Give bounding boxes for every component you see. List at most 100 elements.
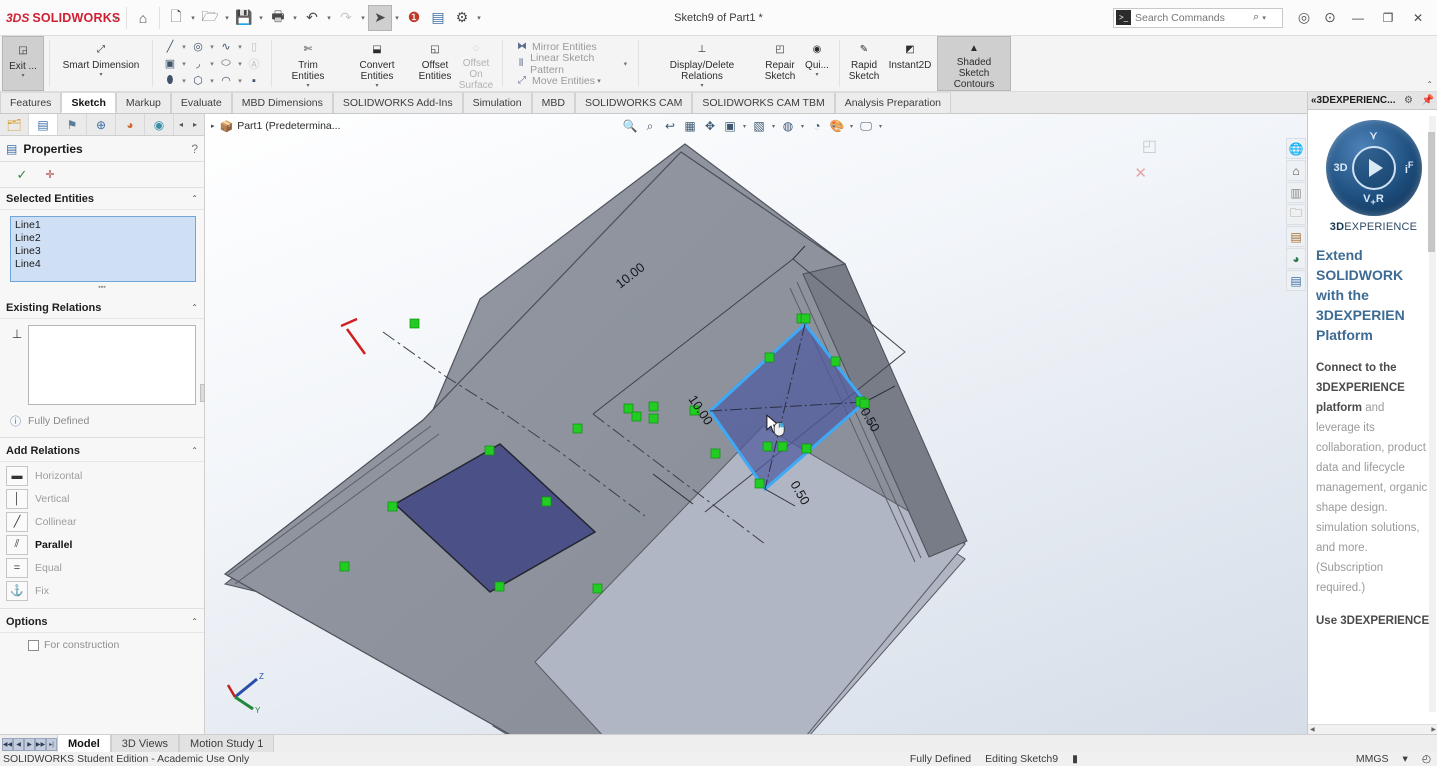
spline-icon[interactable]: ∿ xyxy=(216,39,236,55)
convert-entities-button[interactable]: ⬓ Convert Entities ▾ xyxy=(339,36,415,91)
restore-button[interactable]: ❐ xyxy=(1373,5,1403,31)
undo-dropdown[interactable]: ▾ xyxy=(324,5,334,31)
exit-sketch-dropdown[interactable]: ▾ xyxy=(21,73,24,79)
offset-entities-button[interactable]: ◱ Offset Entities xyxy=(415,36,455,91)
options-icon[interactable]: ⚙ xyxy=(450,5,474,31)
tab-last-arrow[interactable]: ▶▶ xyxy=(35,737,46,751)
trim-entities-button[interactable]: ✄ Trim Entities ▾ xyxy=(277,36,339,91)
selected-entities-section-header[interactable]: Selected Entities ⌃ xyxy=(0,188,204,210)
linear-sketch-pattern-item[interactable]: ⦀ Linear Sketch Pattern ▾ xyxy=(512,52,629,76)
polygon-dropdown[interactable]: ▾ xyxy=(208,77,216,85)
horizontal-relation-icon[interactable]: ▬ xyxy=(6,465,28,486)
equal-relation-icon[interactable]: = xyxy=(6,557,28,578)
graphics-viewport[interactable]: ▸ 📦 Part1 (Predetermina... 🔍 ⌕ ↩ ▦ ✥ ▣ ▾… xyxy=(205,114,1307,734)
fillet-dropdown[interactable]: ▾ xyxy=(236,77,244,85)
quick-snaps-dropdown[interactable]: ▾ xyxy=(815,72,818,78)
bottom-tab-motion-study[interactable]: Motion Study 1 xyxy=(179,735,275,752)
hscroll-right-arrow[interactable]: ▶ xyxy=(1431,726,1436,733)
manager-tabs-next-arrow[interactable]: ▸ xyxy=(188,114,202,135)
selected-entities-list[interactable]: Line1 Line2 Line3 Line4 xyxy=(10,216,196,282)
search-input[interactable] xyxy=(1135,11,1253,24)
smart-dimension-dropdown[interactable]: ▾ xyxy=(99,72,102,78)
chevron-up-icon[interactable]: ⌃ xyxy=(191,617,198,626)
line-icon[interactable]: ╱ xyxy=(160,39,180,55)
help-icon[interactable]: ⊙ xyxy=(1317,5,1343,31)
bottom-tab-3d-views[interactable]: 3D Views xyxy=(110,735,180,752)
spline-dropdown[interactable]: ▾ xyxy=(236,43,244,51)
display-delete-relations-dropdown[interactable]: ▾ xyxy=(700,83,703,89)
parallel-relation-icon[interactable]: ⫽ xyxy=(6,534,28,555)
rectangle-icon[interactable]: ▣ xyxy=(160,56,180,72)
tab-solidworks-addins[interactable]: SOLIDWORKS Add-Ins xyxy=(332,92,463,113)
property-manager-tab[interactable]: ▤ xyxy=(29,114,58,135)
chevron-up-icon[interactable]: ⌃ xyxy=(191,303,198,312)
tab-solidworks-cam-tbm[interactable]: SOLIDWORKS CAM TBM xyxy=(692,92,835,113)
feature-manager-tab[interactable]: 🗂 xyxy=(0,114,29,135)
trim-entities-dropdown[interactable]: ▾ xyxy=(306,83,309,89)
move-entities-dropdown[interactable]: ▾ xyxy=(595,77,603,85)
resize-grip[interactable]: ▪▪▪ xyxy=(0,284,204,291)
minimize-button[interactable]: — xyxy=(1343,5,1373,31)
menu-expand-caret[interactable]: ▸ xyxy=(112,5,122,31)
list-item[interactable]: Line4 xyxy=(15,258,191,271)
undo-icon[interactable]: ↶ xyxy=(300,5,324,31)
relation-fix[interactable]: ⚓ Fix xyxy=(6,579,204,602)
relation-vertical[interactable]: │ Vertical xyxy=(6,487,204,510)
dimxpert-manager-tab[interactable]: ⊕ xyxy=(87,114,116,135)
chevron-up-icon[interactable]: ⌃ xyxy=(191,446,198,455)
select-dropdown[interactable]: ▾ xyxy=(392,5,402,31)
instant2d-button[interactable]: ◩ Instant2D xyxy=(883,36,937,91)
search-commands-box[interactable]: >_ ⌕ ▾ xyxy=(1113,5,1283,31)
open-document-dropdown[interactable]: ▾ xyxy=(222,5,232,31)
list-item[interactable]: Line1 xyxy=(15,219,191,232)
tab-analysis-preparation[interactable]: Analysis Preparation xyxy=(834,92,952,113)
ribbon-collapse-chevron[interactable]: ⌃ xyxy=(1426,80,1433,89)
print-icon[interactable]: 🖶 xyxy=(266,5,290,31)
ellipse-dropdown[interactable]: ▾ xyxy=(236,60,244,68)
shaded-sketch-contours-button[interactable]: ▲ Shaded Sketch Contours xyxy=(937,36,1011,91)
task-pane-scrollbar-track[interactable] xyxy=(1428,116,1436,712)
hscroll-left-arrow[interactable]: ◀ xyxy=(1310,726,1315,733)
existing-relations-section-header[interactable]: Existing Relations ⌃ xyxy=(0,297,204,319)
tab-first-arrow[interactable]: ◀◀ xyxy=(2,737,13,751)
save-dropdown[interactable]: ▾ xyxy=(256,5,266,31)
task-pane-hscrollbar[interactable]: ◀ ▶ xyxy=(1308,724,1437,734)
line-dropdown[interactable]: ▾ xyxy=(180,43,188,51)
tab-mbd-dimensions[interactable]: MBD Dimensions xyxy=(231,92,333,113)
tab-evaluate[interactable]: Evaluate xyxy=(170,92,232,113)
home-icon[interactable]: ⌂ xyxy=(131,5,155,31)
new-document-icon[interactable]: 🗋 xyxy=(164,5,188,31)
save-icon[interactable]: 💾 xyxy=(232,5,256,31)
circle-dropdown[interactable]: ▾ xyxy=(208,43,216,51)
existing-relations-list[interactable] xyxy=(28,325,196,405)
relation-collinear[interactable]: ╱ Collinear xyxy=(6,510,204,533)
document-properties-icon[interactable]: ▤ xyxy=(426,5,450,31)
open-document-icon[interactable]: 🗁 xyxy=(198,5,222,31)
for-construction-checkbox[interactable] xyxy=(28,639,39,651)
options-section-header[interactable]: Options ⌃ xyxy=(0,611,204,633)
convert-entities-dropdown[interactable]: ▾ xyxy=(375,83,378,89)
arc-icon[interactable]: ◞ xyxy=(188,56,208,72)
overlay-icon[interactable]: ◴ xyxy=(1422,753,1431,765)
add-relations-section-header[interactable]: Add Relations ⌃ xyxy=(0,440,204,462)
fillet-icon[interactable]: ◠ xyxy=(216,73,236,89)
tab-mbd[interactable]: MBD xyxy=(531,92,575,113)
new-document-dropdown[interactable]: ▾ xyxy=(188,5,198,31)
gear-icon[interactable]: ⚙ xyxy=(1401,95,1413,106)
point-icon[interactable]: ▪ xyxy=(244,73,264,89)
move-entities-item[interactable]: ⤢ Move Entities ▾ xyxy=(512,72,629,89)
rapid-sketch-button[interactable]: ✎ Rapid Sketch xyxy=(845,36,883,91)
close-button[interactable]: ✕ xyxy=(1403,5,1433,31)
search-dropdown-icon[interactable]: ▾ xyxy=(1259,5,1269,31)
task-pane-scrollbar-thumb[interactable] xyxy=(1428,132,1435,252)
select-icon[interactable]: ➤ xyxy=(368,4,392,31)
tab-new-arrow[interactable]: ▸| xyxy=(46,737,57,751)
help-icon[interactable]: ? xyxy=(191,142,198,156)
pin-icon[interactable]: 📌 xyxy=(1419,95,1434,106)
relation-horizontal[interactable]: ▬ Horizontal xyxy=(6,464,204,487)
display-manager-tab[interactable]: ◕ xyxy=(116,114,145,135)
list-item[interactable]: Line2 xyxy=(15,232,191,245)
rectangle-dropdown[interactable]: ▾ xyxy=(180,60,188,68)
fix-relation-icon[interactable]: ⚓ xyxy=(6,580,28,601)
arc-dropdown[interactable]: ▾ xyxy=(208,60,216,68)
